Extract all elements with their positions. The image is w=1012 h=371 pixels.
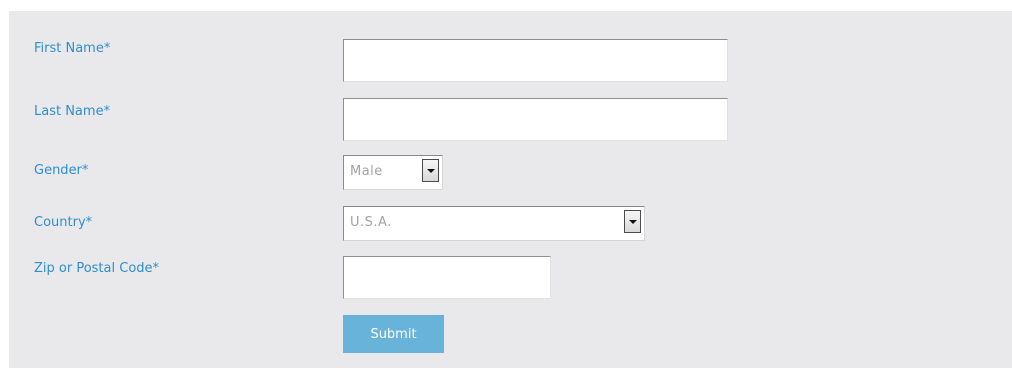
gender-selected-value: Male bbox=[350, 164, 383, 179]
country-label: Country* bbox=[34, 215, 93, 230]
country-select[interactable]: U.S.A. bbox=[343, 206, 645, 241]
registration-form: First Name* Last Name* Gender* Male Coun… bbox=[9, 11, 1012, 368]
country-selected-value: U.S.A. bbox=[350, 215, 392, 230]
last-name-input[interactable] bbox=[343, 98, 728, 141]
gender-select[interactable]: Male bbox=[343, 155, 443, 190]
gender-label: Gender* bbox=[34, 163, 89, 178]
last-name-label: Last Name* bbox=[34, 104, 111, 119]
chevron-down-icon[interactable] bbox=[624, 210, 641, 233]
first-name-label: First Name* bbox=[34, 41, 111, 56]
zip-input[interactable] bbox=[343, 256, 551, 299]
first-name-input[interactable] bbox=[343, 39, 728, 82]
submit-button[interactable]: Submit bbox=[343, 315, 444, 353]
zip-label: Zip or Postal Code* bbox=[34, 261, 160, 276]
chevron-down-icon[interactable] bbox=[422, 159, 439, 182]
